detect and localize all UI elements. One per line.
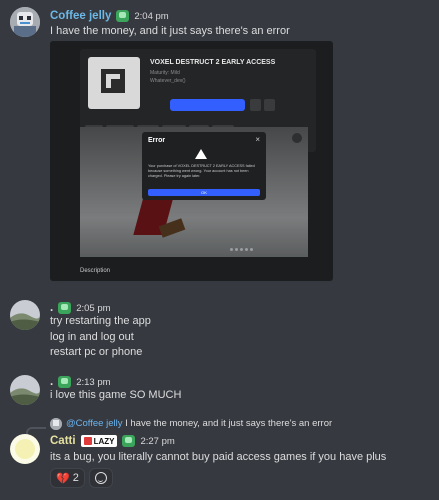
reply-preview[interactable]: @Coffee jelly I have the money, and it j… bbox=[66, 418, 332, 429]
message-text: its a bug, you literally cannot buy paid… bbox=[50, 451, 387, 463]
username[interactable]: . bbox=[50, 302, 53, 314]
reply-text: I have the money, and it just says there… bbox=[125, 418, 333, 429]
avatar[interactable] bbox=[10, 300, 40, 330]
carousel-dots bbox=[230, 248, 253, 251]
avatar-image bbox=[10, 375, 40, 405]
message-text: i love this game SO MUCH bbox=[50, 389, 182, 401]
game-creator: Whatever_dev() bbox=[150, 78, 186, 84]
timestamp: 2:27 pm bbox=[140, 435, 175, 447]
reaction-count: 2 bbox=[72, 472, 79, 484]
username[interactable]: Catti bbox=[50, 435, 76, 447]
server-tag-label: LAZY bbox=[93, 436, 115, 446]
message-dot-2: . 2:13 pm i love this game SO MUCH bbox=[0, 371, 439, 411]
message-text: restart pc or phone bbox=[50, 346, 143, 358]
reply-avatar[interactable] bbox=[50, 418, 62, 430]
screenshot-attachment[interactable]: VOXEL DESTRUCT 2 EARLY ACCESS Maturity: … bbox=[50, 41, 333, 281]
avatar-image bbox=[10, 300, 40, 330]
avatar-image bbox=[10, 7, 40, 37]
timestamp: 2:05 pm bbox=[76, 302, 111, 314]
favorite-icon bbox=[250, 99, 261, 111]
game-screenshot: Error × Your purchase of VOXEL DESTRUCT … bbox=[80, 127, 308, 257]
avatar[interactable] bbox=[10, 434, 40, 464]
message-text: try restarting the app bbox=[50, 315, 151, 327]
message-catti: Catti LAZY 2:27 pm its a bug, you litera… bbox=[0, 430, 439, 500]
role-badge-icon bbox=[58, 376, 72, 388]
avatar-image bbox=[10, 434, 40, 464]
message-header: Coffee jelly 2:04 pm bbox=[50, 10, 169, 22]
message-header: . 2:05 pm bbox=[50, 302, 111, 314]
avatar[interactable] bbox=[10, 7, 40, 37]
close-icon bbox=[292, 133, 302, 143]
add-reaction-button[interactable] bbox=[88, 468, 113, 488]
message-header: . 2:13 pm bbox=[50, 376, 111, 388]
avatar[interactable] bbox=[10, 375, 40, 405]
reaction-broken-heart[interactable]: 💔 2 bbox=[50, 468, 85, 488]
dialog-title: Error bbox=[148, 137, 166, 144]
message-coffee-jelly: Coffee jelly 2:04 pm I have the money, a… bbox=[0, 0, 439, 290]
dialog-body: Your purchase of VOXEL DESTRUCT 2 EARLY … bbox=[148, 164, 255, 178]
error-dialog: Error × Your purchase of VOXEL DESTRUCT … bbox=[142, 132, 266, 200]
ok-button: OK bbox=[148, 189, 260, 196]
message-dot-1: . 2:05 pm try restarting the app log in … bbox=[0, 295, 439, 365]
game-thumbnail bbox=[88, 57, 140, 109]
more-icon bbox=[264, 99, 275, 111]
warning-icon bbox=[195, 149, 207, 159]
broken-heart-icon: 💔 bbox=[56, 472, 70, 485]
game-title: VOXEL DESTRUCT 2 EARLY ACCESS bbox=[150, 59, 276, 66]
reactions-bar: 💔 2 bbox=[50, 468, 113, 488]
timestamp: 2:13 pm bbox=[76, 376, 111, 388]
message-header: Catti LAZY 2:27 pm bbox=[50, 435, 175, 447]
description-label: Description bbox=[80, 268, 111, 274]
role-badge-icon bbox=[122, 435, 136, 447]
role-badge-icon bbox=[116, 10, 130, 22]
tag-icon bbox=[83, 437, 92, 445]
server-tag: LAZY bbox=[80, 435, 118, 447]
reply-username[interactable]: @Coffee jelly bbox=[66, 418, 122, 429]
username[interactable]: . bbox=[50, 376, 53, 388]
avatar-image bbox=[50, 418, 62, 430]
smiley-icon bbox=[94, 472, 107, 484]
role-badge-icon bbox=[58, 302, 72, 314]
dialog-close-icon: × bbox=[255, 135, 260, 144]
username[interactable]: Coffee jelly bbox=[50, 10, 111, 22]
buy-button bbox=[170, 99, 245, 111]
message-text: log in and log out bbox=[50, 331, 134, 343]
game-maturity: Maturity: Mild bbox=[150, 70, 180, 76]
message-text: I have the money, and it just says there… bbox=[50, 25, 290, 37]
timestamp: 2:04 pm bbox=[134, 10, 169, 22]
